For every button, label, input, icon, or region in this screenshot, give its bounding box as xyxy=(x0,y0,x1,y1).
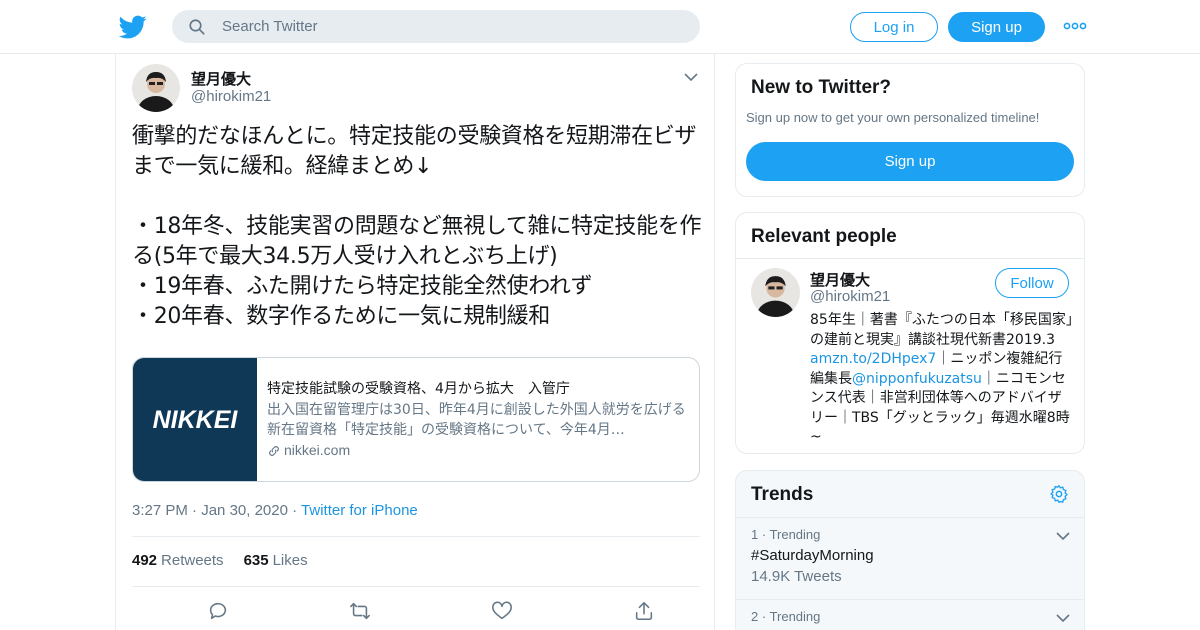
trend-item[interactable]: 2 · Trending xyxy=(736,599,1084,630)
card-domain-text: nikkei.com xyxy=(284,442,351,458)
person-bio: 85年生｜著書『ふたつの日本「移民国家」の建前と現実』講談社現代新書2019.3… xyxy=(810,312,1073,445)
card-title: 特定技能試験の受験資格、4月から拡大 入管庁 xyxy=(267,381,570,397)
tweet-time[interactable]: 3:27 PM xyxy=(132,502,188,519)
retweet-icon[interactable] xyxy=(349,600,371,622)
person-name[interactable]: 望月優大 xyxy=(810,269,870,290)
more-dots-icon[interactable] xyxy=(1063,20,1087,32)
author-handle[interactable]: @hirokim21 xyxy=(191,88,271,105)
likes-stat[interactable]: 635 Likes xyxy=(244,552,308,569)
twitter-bird-icon[interactable] xyxy=(119,13,147,41)
trends-panel: Trends 1 · Trending #SaturdayMorning 14.… xyxy=(735,470,1085,630)
chevron-down-icon[interactable] xyxy=(684,72,698,82)
card-image: NIKKEI xyxy=(133,358,257,481)
card-domain: nikkei.com xyxy=(267,442,350,458)
signup-button[interactable]: Sign up xyxy=(948,12,1045,42)
link-icon xyxy=(269,446,279,456)
tweet-stats: 492 Retweets 635 Likes xyxy=(132,552,308,569)
panel-title: Relevant people xyxy=(751,226,897,247)
person-handle[interactable]: @hirokim21 xyxy=(810,288,890,305)
trend-rank: 1 · Trending xyxy=(751,527,821,542)
profile-photo-icon xyxy=(751,268,800,317)
search-bar[interactable] xyxy=(172,10,700,43)
panel-title: New to Twitter? xyxy=(751,77,892,98)
signup-button-large[interactable]: Sign up xyxy=(746,142,1074,181)
retweets-stat[interactable]: 492 Retweets xyxy=(132,552,224,569)
bio-link[interactable]: amzn.to/2DHpex7 xyxy=(810,351,936,367)
tweet-detail: 望月優大 @hirokim21 衝撃的だなほんとに。特定技能の受験資格を短期滞在… xyxy=(115,54,715,630)
panel-subtitle: Sign up now to get your own personalized… xyxy=(746,110,1040,125)
profile-photo-icon xyxy=(132,64,180,112)
avatar[interactable] xyxy=(751,268,800,317)
search-icon xyxy=(189,19,205,35)
follow-button[interactable]: Follow xyxy=(995,268,1069,298)
nikkei-logo: NIKKEI xyxy=(152,406,238,434)
card-description: 出入国在留管理庁は30日、昨年4月に創設した外国人就労を広げる新在留資格「特定技… xyxy=(267,402,686,438)
login-button[interactable]: Log in xyxy=(850,12,938,42)
link-card[interactable]: NIKKEI 特定技能試験の受験資格、4月から拡大 入管庁 出入国在留管理庁は3… xyxy=(132,357,700,482)
gear-icon[interactable] xyxy=(1049,484,1069,504)
new-to-twitter-panel: New to Twitter? Sign up now to get your … xyxy=(735,63,1085,197)
relevant-people-panel: Relevant people 望月優大 @hirokim21 Follow 8… xyxy=(735,212,1085,454)
divider xyxy=(132,586,700,587)
bio-mention-link[interactable]: @nipponfukuzatsu xyxy=(852,371,982,387)
chevron-down-icon[interactable] xyxy=(1056,531,1070,541)
avatar[interactable] xyxy=(132,64,180,112)
reply-icon[interactable] xyxy=(207,600,229,622)
share-icon[interactable] xyxy=(633,600,655,622)
divider xyxy=(736,258,1084,259)
chevron-down-icon[interactable] xyxy=(1056,613,1070,623)
author-name[interactable]: 望月優大 xyxy=(191,68,251,89)
tweet-actions xyxy=(132,598,700,626)
top-bar: Log in Sign up xyxy=(0,0,1200,54)
trend-item[interactable]: 1 · Trending #SaturdayMorning 14.9K Twee… xyxy=(736,517,1084,599)
like-icon[interactable] xyxy=(491,600,513,622)
tweet-timestamp: 3:27 PM · Jan 30, 2020 · Twitter for iPh… xyxy=(132,502,418,519)
tweet-source[interactable]: Twitter for iPhone xyxy=(301,502,418,519)
tweet-date[interactable]: Jan 30, 2020 xyxy=(201,502,288,519)
trend-name[interactable]: #SaturdayMorning xyxy=(751,547,874,564)
trend-count: 14.9K Tweets xyxy=(751,568,842,585)
trend-rank: 2 · Trending xyxy=(751,609,821,624)
panel-title: Trends xyxy=(751,484,814,505)
divider xyxy=(132,536,700,537)
tweet-text: 衝撃的だなほんとに。特定技能の受験資格を短期滞在ビザまで一気に緩和。経緯まとめ↓… xyxy=(132,124,702,329)
search-input[interactable] xyxy=(222,10,682,43)
